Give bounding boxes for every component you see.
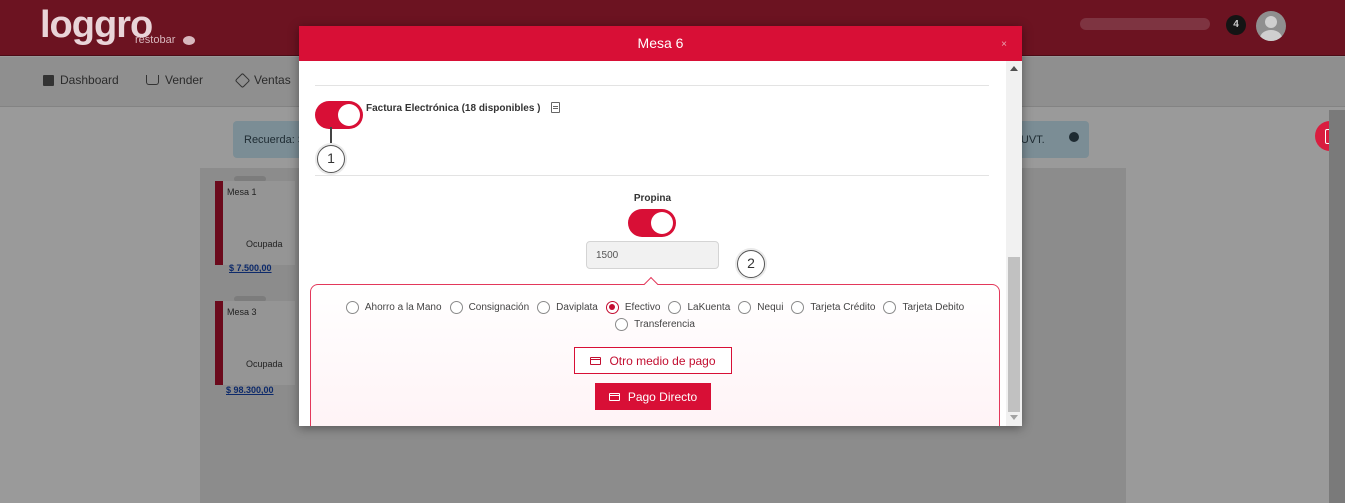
payment-option-nequi[interactable]: Nequi (738, 301, 783, 314)
table-amount-link[interactable]: $ 98.300,00 (226, 385, 274, 395)
nav-item-label: Vender (165, 73, 204, 87)
modal-header: Mesa 6 × (299, 26, 1022, 61)
table-name: Mesa 3 (227, 307, 257, 317)
table-status-stripe (215, 301, 223, 385)
payment-option-lakuenta[interactable]: LaKuenta (668, 301, 730, 314)
radio-button[interactable] (449, 301, 463, 314)
payment-option-label: Tarjeta Crédito (810, 302, 876, 313)
payment-option-label: Nequi (757, 302, 784, 313)
dashboard-icon (43, 74, 54, 86)
table-status: Ocupada (246, 359, 283, 369)
payment-modal: Mesa 6 × Factura Electrónica (18 disponi… (299, 26, 1022, 426)
app-logo-subtitle: restobar (135, 34, 176, 46)
eye-icon[interactable] (183, 36, 195, 45)
modal-scrollbar[interactable] (1006, 61, 1022, 426)
nav-item-dashboard[interactable]: Dashboard (43, 73, 119, 87)
radio-button[interactable] (615, 318, 629, 331)
payment-option-consignacion[interactable]: Consignación (449, 301, 530, 314)
pago-directo-button[interactable]: Pago Directo (595, 383, 711, 410)
user-avatar[interactable] (1256, 11, 1286, 41)
scrollbar-thumb[interactable] (1008, 257, 1020, 412)
radio-button-checked[interactable] (605, 301, 619, 314)
radio-button[interactable] (668, 301, 682, 314)
payment-option-transferencia[interactable]: Transferencia (615, 318, 695, 331)
payment-methods-radio-group: Ahorro a la Mano Consignación Daviplata … (320, 301, 990, 331)
payment-option-label: Tarjeta Debito (902, 302, 965, 313)
info-alert-text-left: Recuerda: S (244, 134, 306, 146)
nav-item-vender[interactable]: Vender (146, 73, 203, 87)
table-status: Ocupada (246, 239, 283, 249)
payment-option-ahorro-a-la-mano[interactable]: Ahorro a la Mano (345, 301, 442, 314)
callout-badge-2: 2 (737, 250, 765, 278)
credit-card-icon (590, 356, 602, 365)
divider (315, 85, 989, 86)
page-scrollbar[interactable] (1329, 110, 1345, 503)
radio-button[interactable] (791, 301, 805, 314)
payment-option-daviplata[interactable]: Daviplata (537, 301, 598, 314)
payment-option-tarjeta-credito[interactable]: Tarjeta Crédito (791, 301, 875, 314)
factura-electronica-toggle[interactable] (315, 101, 363, 129)
modal-body: Factura Electrónica (18 disponibles ) 1 … (299, 61, 1006, 426)
close-icon[interactable]: × (1001, 40, 1007, 50)
table-name: Mesa 1 (227, 187, 257, 197)
radio-button[interactable] (345, 301, 359, 314)
scroll-up-arrow-icon[interactable] (1010, 66, 1018, 71)
scroll-down-arrow-icon[interactable] (1010, 415, 1018, 420)
factura-electronica-label: Factura Electrónica (18 disponibles ) (366, 103, 541, 114)
close-alert-icon[interactable] (1069, 132, 1079, 142)
payment-option-efectivo[interactable]: Efectivo (605, 301, 661, 314)
divider (315, 175, 989, 176)
credit-card-icon (608, 392, 620, 401)
payment-option-label: Ahorro a la Mano (364, 302, 442, 313)
callout-connector (330, 127, 332, 143)
payment-option-label: Transferencia (634, 319, 695, 330)
radio-button[interactable] (537, 301, 551, 314)
notification-badge[interactable]: 4 (1226, 15, 1246, 35)
table-status-stripe (215, 181, 223, 265)
nav-item-label: Dashboard (60, 73, 119, 87)
modal-title: Mesa 6 (637, 35, 684, 51)
table-card-mesa-1[interactable]: Mesa 1 Ocupada (215, 181, 295, 265)
radio-button[interactable] (738, 301, 752, 314)
callout-badge-1: 1 (317, 145, 345, 173)
nav-item-label: Ventas (254, 73, 291, 87)
propina-label: Propina (633, 193, 672, 204)
payment-option-label: Daviplata (556, 302, 598, 313)
payment-option-label: Consignación (468, 302, 530, 313)
payment-option-tarjeta-debito[interactable]: Tarjeta Debito (883, 301, 964, 314)
receipt-icon (551, 102, 560, 113)
table-amount-link[interactable]: $ 7.500,00 (229, 263, 272, 273)
payment-option-label: Efectivo (624, 302, 661, 313)
button-label: Pago Directo (627, 389, 698, 404)
radio-button[interactable] (883, 301, 897, 314)
otro-medio-de-pago-button[interactable]: Otro medio de pago (574, 347, 732, 374)
tag-icon (234, 72, 251, 88)
propina-input[interactable] (586, 241, 719, 269)
user-name-blurred (1080, 18, 1210, 30)
nav-item-ventas[interactable]: Ventas (234, 72, 291, 88)
cart-icon (146, 75, 159, 85)
payment-option-label: LaKuenta (687, 302, 731, 313)
propina-toggle[interactable] (628, 209, 676, 237)
button-label: Otro medio de pago (609, 353, 716, 368)
table-card-mesa-3[interactable]: Mesa 3 Ocupada (215, 301, 295, 385)
